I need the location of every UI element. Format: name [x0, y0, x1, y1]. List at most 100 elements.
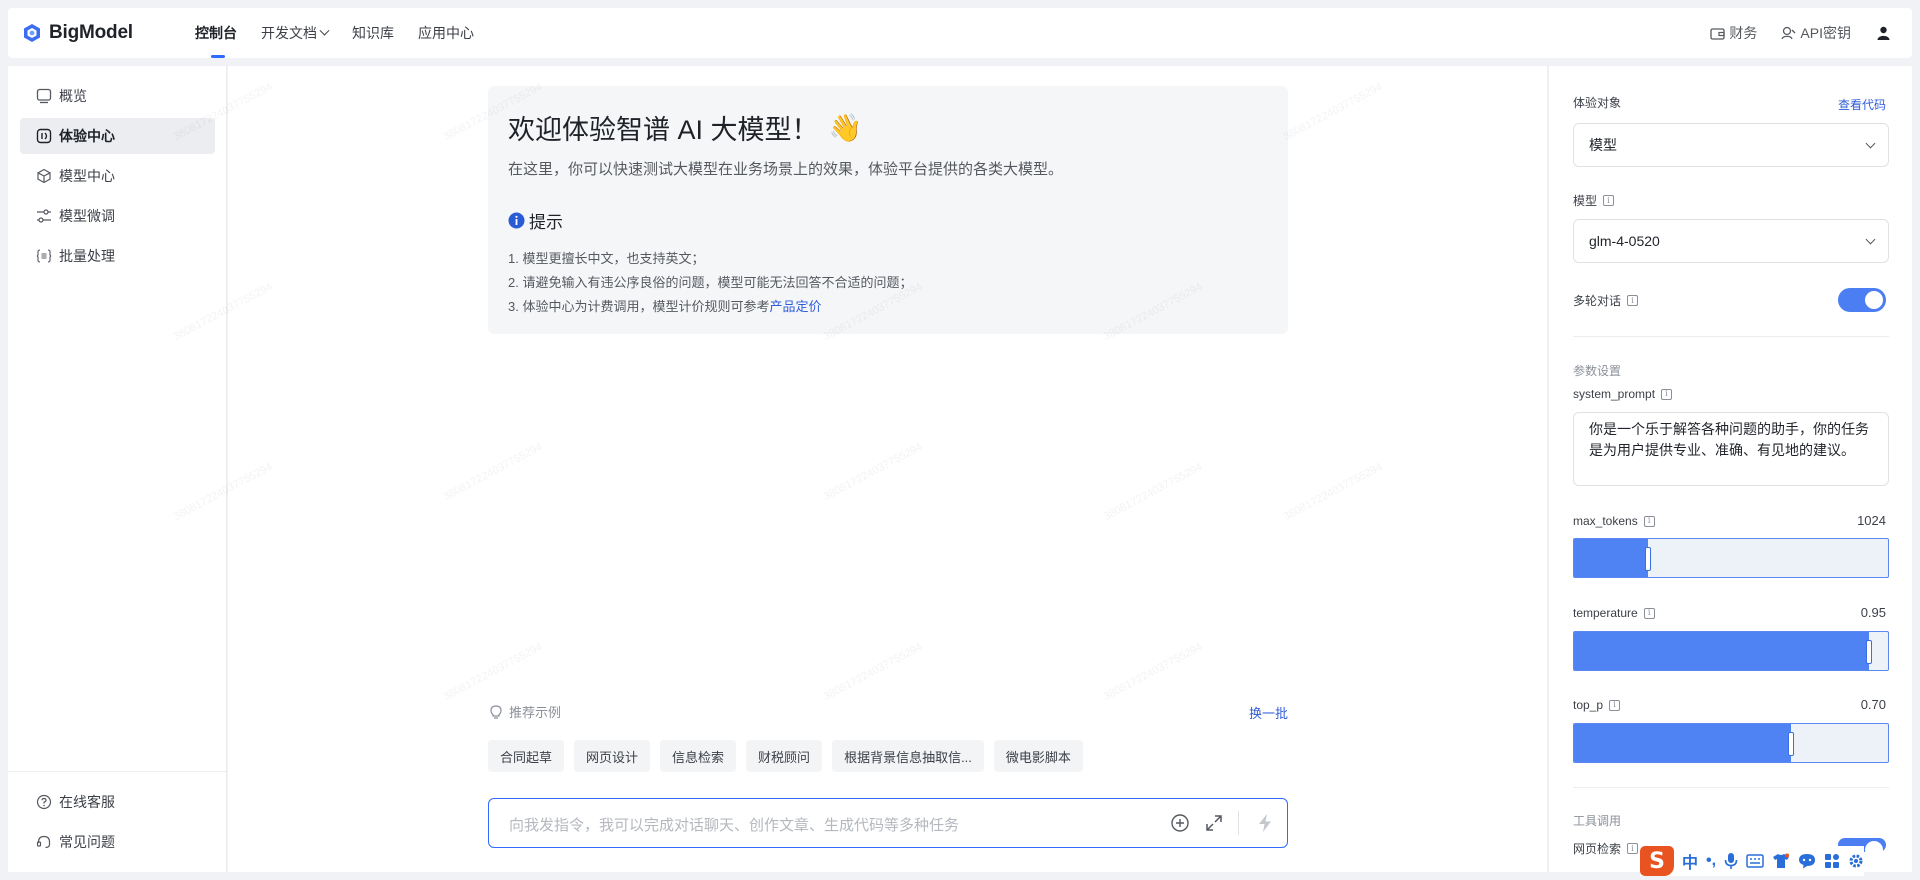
target-label: 体验对象 — [1573, 96, 1622, 110]
sidebar: 概览 体验中心 模型中心 模型微调 批量处理 在线客服 常见问题 — [8, 66, 227, 872]
watermark: 380817224037755294 — [821, 440, 925, 504]
grid-icon[interactable] — [1824, 853, 1840, 869]
info-icon[interactable]: i — [1627, 295, 1639, 306]
finance-link[interactable]: 财务 — [1710, 23, 1757, 43]
info-icon[interactable]: i — [1609, 699, 1621, 711]
input-actions — [1170, 811, 1275, 835]
slider-handle[interactable] — [1644, 547, 1651, 571]
model-select[interactable]: glm-4-0520 — [1573, 219, 1889, 263]
model-label: 模型 i — [1573, 192, 1615, 209]
top-bar: BigModel 控制台 开发文档 知识库 应用中心 财务 API密钥 — [8, 8, 1912, 58]
view-code-link[interactable]: 查看代码 — [1838, 96, 1886, 113]
sidebar-item-experience-center[interactable]: 体验中心 — [20, 118, 215, 154]
tools-title: 工具调用 — [1573, 814, 1622, 828]
headset-icon — [36, 835, 51, 849]
top-p-value: 0.70 — [1860, 697, 1886, 712]
nav-knowledge-base[interactable]: 知识库 — [352, 8, 394, 58]
mic-icon[interactable] — [1724, 852, 1738, 870]
brand-logo[interactable]: BigModel — [22, 22, 133, 44]
example-chip[interactable]: 合同起草 — [488, 740, 565, 772]
sidebar-item-label: 批量处理 — [59, 248, 115, 264]
gear-icon[interactable] — [1848, 853, 1864, 869]
max-tokens-label-text: max_tokens — [1573, 514, 1638, 528]
nav-dev-docs[interactable]: 开发文档 — [261, 8, 330, 58]
key-user-icon — [1781, 26, 1796, 40]
watermark: 380817224037755294 — [1281, 80, 1385, 144]
panel-divider — [1573, 336, 1889, 337]
slider-handle[interactable] — [1787, 732, 1794, 756]
sidebar-item-label: 概览 — [59, 88, 87, 104]
recommend-header: 推荐示例 换一批 — [488, 702, 1288, 722]
top-right-actions: 财务 API密钥 — [1686, 8, 1894, 58]
sidebar-item-online-support[interactable]: 在线客服 — [20, 784, 215, 820]
tip-title-text: 提示 — [529, 213, 563, 232]
send-lightning-icon[interactable] — [1255, 813, 1275, 833]
info-icon[interactable]: i — [1643, 607, 1655, 619]
web-search-label: 网页检索 i — [1573, 840, 1639, 857]
skin-icon[interactable] — [1772, 853, 1790, 869]
info-icon[interactable]: i — [1661, 388, 1673, 400]
watermark: 380817224037755294 — [441, 640, 545, 704]
tip-title: 提示 — [508, 208, 563, 233]
waving-hand-icon: 👋 — [828, 112, 863, 143]
sogou-logo-icon[interactable]: S — [1640, 846, 1674, 876]
example-chip[interactable]: 信息检索 — [660, 740, 737, 772]
nav-console[interactable]: 控制台 — [195, 8, 237, 58]
slider-handle[interactable] — [1866, 640, 1873, 664]
user-icon — [1877, 26, 1890, 40]
prompt-input[interactable]: 向我发指令，我可以完成对话聊天、创作文章、生成代码等多种任务 — [488, 798, 1288, 848]
wallet-icon — [1710, 27, 1726, 40]
nav-app-center-label: 应用中心 — [418, 25, 474, 41]
refresh-examples-button[interactable]: 换一批 — [1249, 703, 1288, 722]
max-tokens-value: 1024 — [1857, 513, 1886, 528]
multi-turn-toggle[interactable] — [1838, 288, 1886, 312]
multi-turn-label: 多轮对话 i — [1573, 292, 1639, 309]
sidebar-item-faq[interactable]: 常见问题 — [20, 824, 215, 860]
sidebar-item-label: 常见问题 — [59, 834, 115, 850]
experience-icon — [36, 128, 52, 144]
welcome-title: 欢迎体验智谱 AI 大模型！ 👋 — [508, 108, 862, 147]
expand-icon[interactable] — [1204, 813, 1224, 833]
monitor-icon — [36, 88, 52, 104]
example-chip[interactable]: 微电影脚本 — [993, 740, 1083, 772]
max-tokens-slider[interactable] — [1573, 538, 1889, 578]
keyboard-icon[interactable] — [1746, 854, 1764, 868]
sidebar-item-batch[interactable]: 批量处理 — [20, 238, 215, 274]
target-select[interactable]: 模型 — [1573, 123, 1889, 167]
info-icon[interactable]: i — [1627, 843, 1639, 854]
top-p-label-text: top_p — [1573, 698, 1604, 712]
api-key-label: API密钥 — [1800, 25, 1851, 41]
nav-console-label: 控制台 — [195, 25, 237, 41]
info-circle-icon — [508, 212, 525, 229]
model-select-value: glm-4-0520 — [1589, 233, 1660, 249]
user-menu[interactable] — [1877, 26, 1894, 40]
sidebar-item-label: 在线客服 — [59, 794, 115, 810]
sidebar-item-fine-tune[interactable]: 模型微调 — [20, 198, 215, 234]
chat-icon[interactable] — [1798, 853, 1816, 869]
temperature-label: temperature i — [1573, 606, 1655, 620]
example-chip[interactable]: 财税顾问 — [746, 740, 823, 772]
info-icon[interactable]: i — [1643, 515, 1655, 527]
sidebar-item-model-center[interactable]: 模型中心 — [20, 158, 215, 194]
model-label-text: 模型 — [1573, 194, 1598, 208]
lightbulb-icon — [490, 704, 502, 719]
add-circle-icon[interactable] — [1170, 813, 1190, 833]
sidebar-item-overview[interactable]: 概览 — [20, 78, 215, 114]
pricing-link[interactable]: 产品定价 — [769, 299, 821, 314]
example-chip[interactable]: 网页设计 — [574, 740, 651, 772]
welcome-title-text: 欢迎体验智谱 AI 大模型！ — [508, 115, 819, 145]
api-key-link[interactable]: API密钥 — [1781, 23, 1851, 43]
recommend-label: 推荐示例 — [488, 702, 561, 721]
brand-name: BigModel — [49, 22, 133, 43]
temperature-slider[interactable] — [1573, 631, 1889, 671]
info-icon[interactable]: i — [1603, 195, 1615, 206]
system-prompt-textarea[interactable]: 你是一个乐于解答各种问题的助手，你的任务是为用户提供专业、准确、有见地的建议。 — [1573, 412, 1889, 486]
temperature-value: 0.95 — [1860, 605, 1886, 620]
top-p-slider[interactable] — [1573, 723, 1889, 763]
system-prompt-label-text: system_prompt — [1573, 387, 1656, 401]
ime-punct-toggle[interactable]: •, — [1706, 852, 1716, 870]
example-chip[interactable]: 根据背景信息抽取信... — [832, 740, 984, 772]
nav-app-center[interactable]: 应用中心 — [418, 8, 474, 58]
settings-panel: 体验对象 查看代码 模型 模型 i glm-4-0520 多轮对话 i 参数设置 s… — [1548, 66, 1912, 872]
ime-lang-toggle[interactable]: 中 — [1682, 849, 1698, 873]
